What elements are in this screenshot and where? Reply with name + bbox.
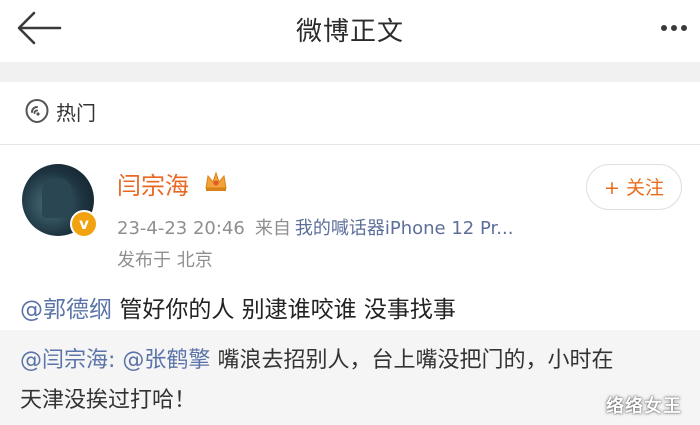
repost-line-1: @闫宗海: @张鹤擎 嘴浪去招别人，台上嘴没把门的，小时在 — [20, 342, 613, 374]
hot-topic-row[interactable]: 热门 — [0, 82, 700, 144]
post-location: 发布于 北京 — [117, 250, 213, 271]
post-source-link[interactable]: 我的喊话器iPhone 12 Pr... — [295, 218, 514, 239]
hot-label: 热门 — [56, 101, 96, 125]
post-body: @郭德纲 管好你的人 别逮谁咬谁 没事找事 — [20, 290, 456, 324]
crown-icon — [203, 168, 229, 194]
top-bar: 微博正文 — [0, 0, 700, 62]
follow-button[interactable]: + 关注 — [586, 164, 682, 210]
divider — [0, 144, 700, 145]
post-text: 管好你的人 别逮谁咬谁 没事找事 — [119, 297, 456, 323]
verified-badge-icon: v — [70, 210, 98, 238]
repost-mention-link[interactable]: @张鹤擎 — [122, 348, 210, 373]
avatar-figure — [42, 178, 72, 218]
repost-author-link[interactable]: @闫宗海: — [20, 348, 115, 373]
section-separator — [0, 62, 700, 82]
mention-link[interactable]: @郭德纲 — [20, 297, 112, 323]
more-dots-icon[interactable] — [654, 14, 694, 42]
hot-topic-icon — [24, 98, 50, 124]
post-meta: 23-4-23 20:46 来自 我的喊话器iPhone 12 Pr... — [117, 214, 513, 240]
watermark: 络络女王 — [606, 396, 682, 417]
repost-text-2: 天津没挨过打哈！ — [20, 388, 197, 413]
page-title: 微博正文 — [295, 17, 404, 47]
author-name[interactable]: 闫宗海 — [117, 166, 189, 201]
repost-text-1: 嘴浪去招别人，台上嘴没把门的，小时在 — [217, 348, 614, 373]
repost-block[interactable]: @闫宗海: @张鹤擎 嘴浪去招别人，台上嘴没把门的，小时在 天津没挨过打哈！ 络… — [0, 330, 700, 425]
from-label: 来自 — [254, 218, 291, 239]
post-timestamp: 23-4-23 20:46 — [117, 218, 245, 239]
